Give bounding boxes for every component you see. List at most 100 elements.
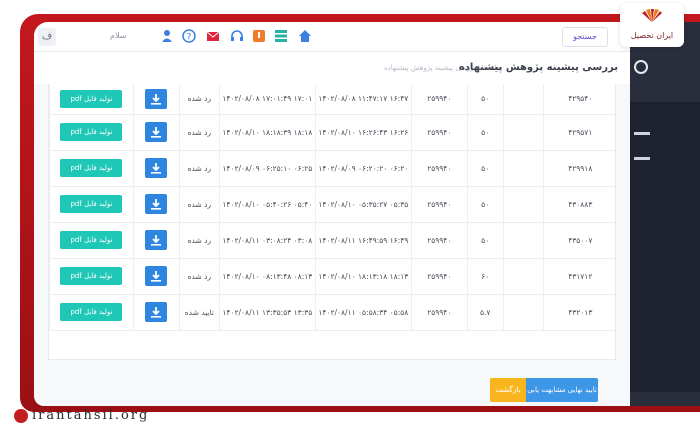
download-cell bbox=[132, 294, 180, 331]
pdf-cell: تولید فایل pdf bbox=[49, 150, 134, 187]
cell-num1: ۵۰ bbox=[466, 186, 504, 223]
page-title: بررسی پیشینه پژوهش پیشنهاده bbox=[458, 62, 618, 73]
cell-date2: ۱۴۰۲/۰۸/۱۰ ۱۶:۲۶:۴۳ ۱۶:۲۶ bbox=[314, 114, 412, 151]
download-button[interactable] bbox=[145, 122, 168, 142]
cell-status: رد شده bbox=[178, 84, 220, 115]
home-icon[interactable] bbox=[298, 29, 312, 43]
download-button[interactable] bbox=[145, 88, 168, 109]
download-button[interactable] bbox=[145, 194, 168, 214]
greeting-text: سلام bbox=[110, 31, 127, 40]
cell-num1: ۵۰ bbox=[466, 222, 504, 259]
generate-pdf-button[interactable]: تولید فایل pdf bbox=[60, 231, 123, 249]
topbar: ف سلام ? جستجو bbox=[34, 22, 630, 52]
cell-status: رد شده bbox=[178, 186, 220, 223]
user-badge[interactable]: ف bbox=[38, 28, 56, 46]
cell-id: ۴۲۹۹۱۸ bbox=[542, 150, 617, 187]
cell-date1: ۱۴۰۲/۰۸/۱۰ ۱۸:۱۸:۳۹ ۱۸:۱۸ bbox=[218, 114, 316, 151]
download-icon bbox=[151, 307, 162, 318]
download-button[interactable] bbox=[145, 158, 168, 178]
download-icon bbox=[151, 127, 162, 138]
cell-date1: ۱۴۰۲/۰۸/۱۰ ۰۸:۱۳:۴۸ ۰۸:۱۳ bbox=[218, 258, 316, 295]
cell-num2: ۲۵۹۹۴۰ bbox=[410, 150, 468, 187]
return-button[interactable]: بازگشت bbox=[490, 378, 526, 402]
table-row: تولید فایل pdf تایید شده ۱۴۰۲/۰۸/۱۱ ۱۳:۳۵:… bbox=[49, 294, 617, 331]
cell-num1: ۵۰ bbox=[466, 150, 504, 187]
cell-num2: ۲۵۹۹۴۰ bbox=[410, 258, 468, 295]
generate-pdf-button[interactable]: تولید فایل pdf bbox=[60, 159, 123, 177]
download-icon bbox=[151, 271, 162, 282]
cell-date2: ۱۴۰۲/۰۸/۱۰ ۰۵:۳۵:۲۷ ۰۵:۳۵ bbox=[314, 186, 412, 223]
sidebar-item-marker[interactable] bbox=[634, 157, 650, 160]
download-cell bbox=[132, 258, 180, 295]
watermark-text: irantahsil.org bbox=[32, 408, 150, 423]
download-icon bbox=[151, 235, 162, 246]
cell-id: ۴۲۹۵۷۱ bbox=[542, 114, 617, 151]
help-icon[interactable]: ? bbox=[182, 29, 196, 43]
download-cell bbox=[132, 222, 180, 259]
search-button[interactable]: جستجو bbox=[562, 27, 608, 47]
download-icon bbox=[151, 163, 162, 174]
generate-pdf-button[interactable]: تولید فایل pdf bbox=[60, 195, 123, 213]
download-icon bbox=[151, 93, 162, 105]
generate-pdf-button[interactable]: تولید فایل pdf bbox=[60, 267, 123, 285]
cell-status: رد شده bbox=[178, 150, 220, 187]
cell-status: رد شده bbox=[178, 222, 220, 259]
cell-id: ۴۳۱۷۱۲ bbox=[542, 258, 617, 295]
grid-icon[interactable] bbox=[274, 29, 288, 43]
cell-num2: ۲۵۹۹۴۰ bbox=[410, 222, 468, 259]
final-approve-button[interactable]: تایید نهایی مشابهت یابی bbox=[526, 378, 598, 402]
cell-date1: ۱۴۰۲/۰۸/۰۸ ۱۷:۰۱:۴۹ ۱۷:۰۱ bbox=[218, 84, 316, 115]
table-row: تولید فایل pdf رد شده ۱۴۰۲/۰۸/۰۸ ۱۷:۰۱:۴۹ … bbox=[49, 84, 617, 115]
cell-status: رد شده bbox=[178, 114, 220, 151]
cell-empty bbox=[502, 258, 544, 295]
pdf-cell: تولید فایل pdf bbox=[49, 186, 134, 223]
generate-pdf-button[interactable]: تولید فایل pdf bbox=[60, 303, 123, 321]
cell-empty bbox=[502, 84, 544, 115]
cell-date1: ۱۴۰۲/۰۸/۱۱ ۱۳:۳۵:۵۳ ۱۳:۳۵ bbox=[218, 294, 316, 331]
user-icon[interactable] bbox=[160, 29, 174, 43]
table-row: تولید فایل pdf رد شده ۱۴۰۲/۰۸/۱۱ ۰۳:۰۸:۲۴ … bbox=[49, 222, 617, 259]
table-row: تولید فایل pdf رد شده ۱۴۰۲/۰۸/۱۰ ۱۸:۱۸:۳۹ … bbox=[49, 114, 617, 151]
cell-date1: ۱۴۰۲/۰۸/۰۹ ۰۶:۲۵:۱۰ ۰۶:۲۵ bbox=[218, 150, 316, 187]
cell-date2: ۱۴۰۲/۰۸/۰۸ ۱۱:۴۷:۱۷ ۱۶:۴۷ bbox=[314, 84, 412, 115]
cell-num1: ۵.۷ bbox=[466, 294, 504, 331]
download-button[interactable] bbox=[145, 302, 168, 322]
results-table-card: تولید فایل pdf رد شده ۱۴۰۲/۰۸/۰۸ ۱۷:۰۱:۴۹ … bbox=[48, 84, 617, 360]
download-button[interactable] bbox=[145, 230, 168, 250]
cell-status: رد شده bbox=[178, 258, 220, 295]
mail-icon[interactable] bbox=[206, 29, 220, 43]
download-button[interactable] bbox=[145, 266, 168, 286]
download-icon bbox=[151, 199, 162, 210]
search-button-label: جستجو bbox=[573, 32, 597, 41]
cell-empty bbox=[502, 114, 544, 151]
sidebar-item-marker[interactable] bbox=[634, 132, 650, 135]
cell-id: ۴۲۹۵۴۰ bbox=[542, 84, 617, 115]
logo-book-icon bbox=[642, 9, 662, 22]
cell-num2: ۲۵۹۹۴۰ bbox=[410, 84, 468, 115]
pdf-cell: تولید فایل pdf bbox=[49, 84, 134, 115]
headset-icon[interactable] bbox=[230, 29, 244, 43]
logo-text: ایران تحصیل bbox=[630, 31, 674, 40]
download-cell bbox=[132, 84, 180, 115]
cell-date1: ۱۴۰۲/۰۸/۱۰ ۰۵:۴۰:۲۶ ۰۵:۴۰ bbox=[218, 186, 316, 223]
cell-num2: ۲۵۹۹۴۰ bbox=[410, 186, 468, 223]
page-header: خانه ‹ ‹ بررسی پیشینه پژوهش پیشنهاده برر… bbox=[34, 52, 630, 84]
table-row: تولید فایل pdf رد شده ۱۴۰۲/۰۸/۰۹ ۰۶:۲۵:۱۰ … bbox=[49, 150, 617, 187]
cell-id: ۴۳۵۰۰۷ bbox=[542, 222, 617, 259]
cell-date2: ۱۴۰۲/۰۸/۱۱ ۱۶:۴۹:۵۹ ۱۶:۴۹ bbox=[314, 222, 412, 259]
generate-pdf-button[interactable]: تولید فایل pdf bbox=[60, 123, 123, 141]
cell-empty bbox=[502, 186, 544, 223]
sidebar-search-icon[interactable] bbox=[634, 60, 648, 74]
download-cell bbox=[132, 186, 180, 223]
cell-status: تایید شده bbox=[178, 294, 220, 331]
cell-empty bbox=[502, 222, 544, 259]
download-cell bbox=[132, 114, 180, 151]
table-row: تولید فایل pdf رد شده ۱۴۰۲/۰۸/۱۰ ۰۸:۱۳:۴۸ … bbox=[49, 258, 617, 295]
pdf-cell: تولید فایل pdf bbox=[49, 222, 134, 259]
cell-num2: ۲۵۹۹۴۰ bbox=[410, 294, 468, 331]
cell-date2: ۱۴۰۲/۰۸/۰۹ ۰۶:۲۰:۲۰ ۰۶:۲۰ bbox=[314, 150, 412, 187]
notification-icon[interactable] bbox=[252, 29, 266, 43]
results-table: تولید فایل pdf رد شده ۱۴۰۲/۰۸/۰۸ ۱۷:۰۱:۴۹ … bbox=[49, 84, 617, 331]
generate-pdf-button[interactable]: تولید فایل pdf bbox=[60, 89, 123, 108]
pdf-cell: تولید فایل pdf bbox=[49, 114, 134, 151]
